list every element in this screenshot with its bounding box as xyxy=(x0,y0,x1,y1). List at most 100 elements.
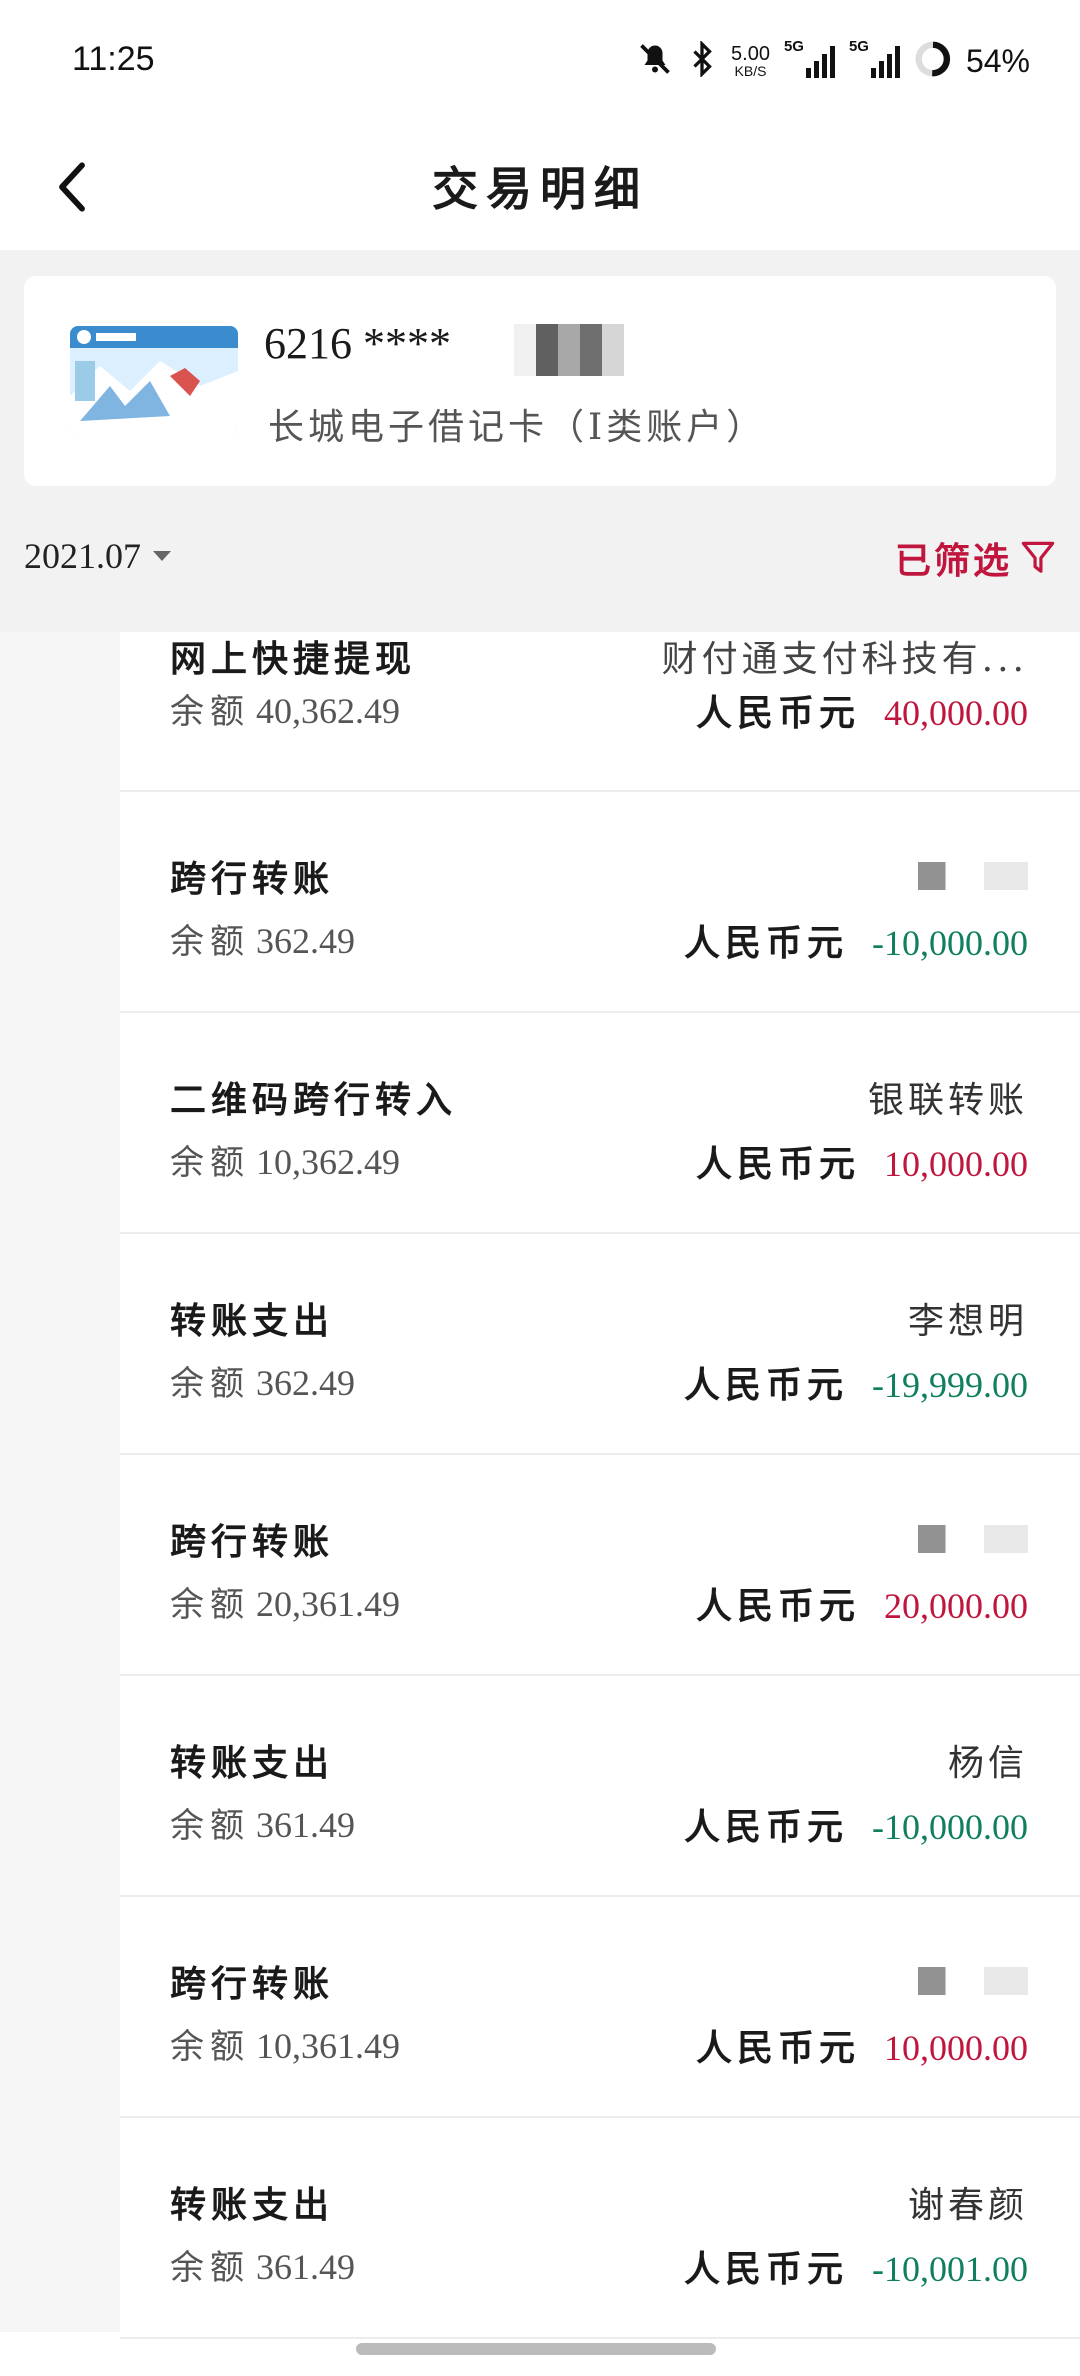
transaction-amount-row: 人民币元 -19,999.00 xyxy=(684,1356,1028,1408)
transaction-amount: -10,000.00 xyxy=(872,923,1028,963)
transaction-row[interactable]: 转账支出 余额 361.49 谢春颜 人民币元 -10,001.00 xyxy=(120,2118,1080,2339)
transaction-amount: -19,999.00 xyxy=(872,1365,1028,1405)
transaction-balance: 余额 10,361.49 xyxy=(170,2019,400,2068)
transaction-amount-row: 人民币元 -10,001.00 xyxy=(684,2240,1028,2292)
bluetooth-icon xyxy=(687,39,717,82)
balance-value: 362.49 xyxy=(256,1363,355,1403)
currency-label: 人民币元 xyxy=(683,922,848,964)
battery-icon xyxy=(914,40,952,83)
transaction-amount-row: 人民币元 40,000.00 xyxy=(696,684,1028,736)
signal-icon: 5G xyxy=(784,38,835,78)
account-number: 6216 **** xyxy=(264,319,451,368)
network-speed: 5.00 KB/S xyxy=(731,44,770,78)
balance-label: 余额 xyxy=(170,2027,250,2067)
caret-down-icon xyxy=(153,551,171,561)
signal-icon-2: 5G xyxy=(849,38,900,78)
balance-value: 361.49 xyxy=(256,1805,355,1845)
currency-label: 人民币元 xyxy=(683,1364,848,1406)
transaction-balance: 余额 361.49 xyxy=(170,2240,355,2289)
status-time: 11:25 xyxy=(72,40,155,78)
transaction-counterparty: 杨信 xyxy=(947,1743,1028,1784)
transaction-counterparty: 李想明 xyxy=(907,1301,1028,1342)
signal-label: 5G xyxy=(783,38,804,55)
month-selector[interactable]: 2021.07 xyxy=(24,535,173,577)
transaction-balance: 余额 362.49 xyxy=(170,914,355,963)
transaction-type: 跨行转账 xyxy=(170,858,335,900)
home-indicator[interactable] xyxy=(356,2343,716,2355)
transaction-type: 二维码跨行转入 xyxy=(170,1079,458,1121)
transaction-list: 网上快捷提现 余额 40,362.49 财付通支付科技有... 人民币元 40,0… xyxy=(120,632,1080,2339)
filter-button[interactable]: 已筛选 xyxy=(895,532,1056,584)
funnel-icon xyxy=(1021,541,1055,573)
transaction-balance: 余额 40,362.49 xyxy=(170,684,400,733)
balance-value: 361.49 xyxy=(256,2247,355,2287)
currency-label: 人民币元 xyxy=(683,2248,848,2290)
transaction-amount: -10,001.00 xyxy=(872,2249,1028,2289)
status-icons: 5.00 KB/S 5G 5G 54% xyxy=(637,36,1030,86)
transaction-balance: 余额 361.49 xyxy=(170,1798,355,1847)
battery-percent: 54% xyxy=(965,42,1030,79)
balance-value: 362.49 xyxy=(256,921,355,961)
balance-value: 10,362.49 xyxy=(256,1142,400,1182)
bank-card-image xyxy=(70,326,238,434)
transaction-counterparty: 银联转账 xyxy=(867,1080,1028,1121)
list-gutter xyxy=(0,632,120,2332)
account-panel: 6216 **** 长城电子借记卡（I类账户） 2021.07 已筛选 xyxy=(0,250,1080,632)
balance-label: 余额 xyxy=(170,1806,250,1846)
transaction-row[interactable]: 跨行转账 余额 20,361.49 人民币元 20,000.00 xyxy=(120,1455,1080,1676)
currency-label: 人民币元 xyxy=(695,692,860,734)
transaction-balance: 余额 362.49 xyxy=(170,1356,355,1405)
transaction-row[interactable]: 转账支出 余额 361.49 杨信 人民币元 -10,000.00 xyxy=(120,1676,1080,1897)
page-title: 交易明细 xyxy=(432,162,648,216)
transaction-row[interactable]: 跨行转账 余额 10,361.49 人民币元 10,000.00 xyxy=(120,1897,1080,2118)
transaction-type: 网上快捷提现 xyxy=(170,638,417,680)
balance-value: 10,361.49 xyxy=(256,2026,400,2066)
account-type: 长城电子借记卡（I类账户） xyxy=(268,407,767,448)
transaction-amount: 10,000.00 xyxy=(884,2028,1028,2068)
balance-label: 余额 xyxy=(170,1364,250,1404)
transaction-type: 转账支出 xyxy=(170,2184,335,2226)
transaction-counterparty: 财付通支付科技有... xyxy=(661,639,1028,680)
currency-label: 人民币元 xyxy=(695,2027,860,2069)
network-speed-unit: KB/S xyxy=(734,63,767,79)
transaction-amount-row: 人民币元 10,000.00 xyxy=(696,2019,1028,2071)
balance-value: 20,361.49 xyxy=(256,1584,400,1624)
transaction-type: 跨行转账 xyxy=(170,1521,335,1563)
balance-label: 余额 xyxy=(170,692,250,732)
transaction-balance: 余额 10,362.49 xyxy=(170,1135,400,1184)
balance-value: 40,362.49 xyxy=(256,691,400,731)
transaction-balance: 余额 20,361.49 xyxy=(170,1577,400,1626)
transaction-type: 转账支出 xyxy=(170,1300,335,1342)
transaction-type: 转账支出 xyxy=(170,1742,335,1784)
transaction-amount-row: 人民币元 10,000.00 xyxy=(696,1135,1028,1187)
transaction-amount-row: 人民币元 -10,000.00 xyxy=(684,1798,1028,1850)
transaction-type: 跨行转账 xyxy=(170,1963,335,2005)
balance-label: 余额 xyxy=(170,2248,250,2288)
transaction-row[interactable]: 转账支出 余额 362.49 李想明 人民币元 -19,999.00 xyxy=(120,1234,1080,1455)
balance-label: 余额 xyxy=(170,1585,250,1625)
transaction-amount: -10,000.00 xyxy=(872,1807,1028,1847)
network-speed-value: 5.00 xyxy=(731,43,770,65)
selected-month: 2021.07 xyxy=(24,536,141,576)
transaction-row[interactable]: 二维码跨行转入 余额 10,362.49 银联转账 人民币元 10,000.00 xyxy=(120,1013,1080,1234)
signal-label-2: 5G xyxy=(848,38,869,55)
header: 交易明细 xyxy=(0,125,1080,250)
account-card[interactable]: 6216 **** 长城电子借记卡（I类账户） xyxy=(24,276,1056,486)
masked-account-digits xyxy=(514,324,624,376)
transaction-amount: 20,000.00 xyxy=(884,1586,1028,1626)
transaction-amount: 40,000.00 xyxy=(884,693,1028,733)
transaction-row[interactable]: 网上快捷提现 余额 40,362.49 财付通支付科技有... 人民币元 40,0… xyxy=(120,632,1080,792)
balance-label: 余额 xyxy=(170,922,250,962)
transaction-amount-row: 人民币元 20,000.00 xyxy=(696,1577,1028,1629)
masked-counterparty xyxy=(918,1525,1028,1553)
currency-label: 人民币元 xyxy=(695,1585,860,1627)
status-bar: 11:25 5.00 KB/S 5G 5G 54% xyxy=(0,0,1080,125)
transaction-counterparty: 谢春颜 xyxy=(907,2185,1028,2226)
transaction-row[interactable]: 跨行转账 余额 362.49 人民币元 -10,000.00 xyxy=(120,792,1080,1013)
filter-label: 已筛选 xyxy=(894,540,1012,582)
transaction-amount-row: 人民币元 -10,000.00 xyxy=(684,914,1028,966)
currency-label: 人民币元 xyxy=(683,1806,848,1848)
masked-counterparty xyxy=(918,1967,1028,1995)
balance-label: 余额 xyxy=(170,1143,250,1183)
transaction-amount: 10,000.00 xyxy=(884,1144,1028,1184)
